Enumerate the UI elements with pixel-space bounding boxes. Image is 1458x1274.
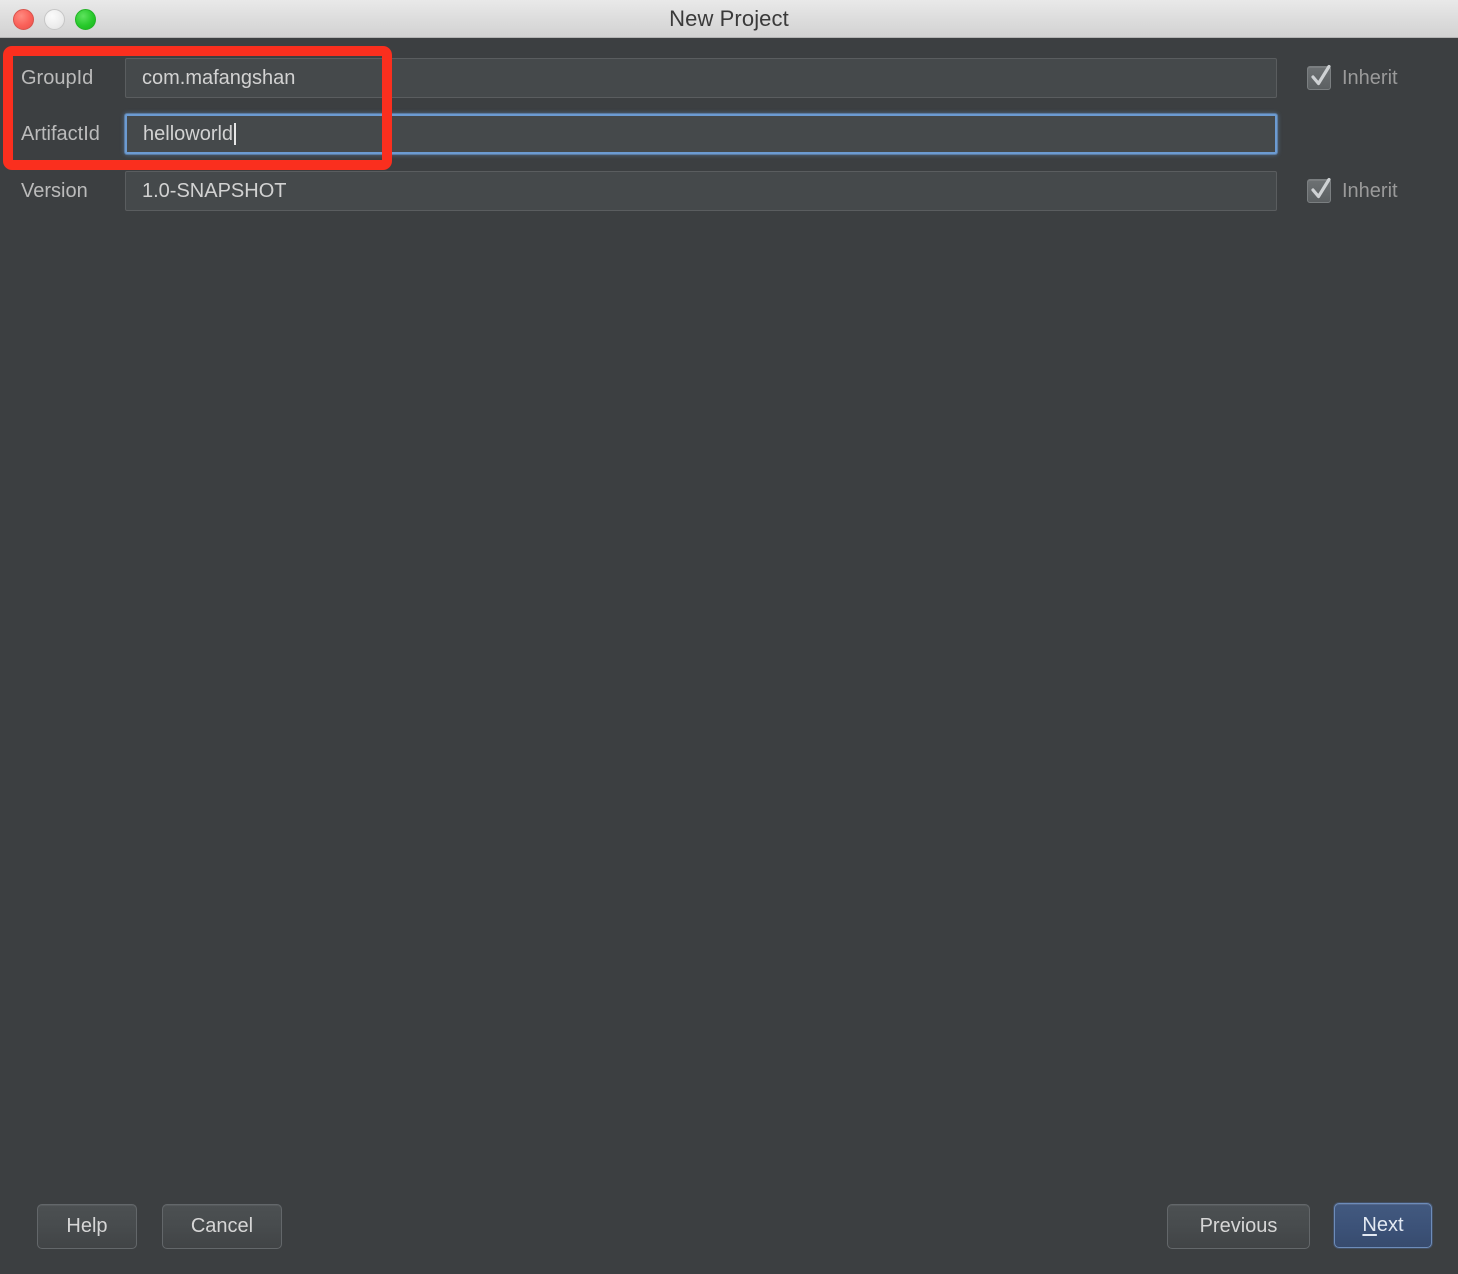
- groupid-label: GroupId: [21, 66, 94, 89]
- groupid-inherit-label: Inherit: [1342, 66, 1398, 89]
- previous-button[interactable]: Previous: [1167, 1204, 1310, 1249]
- artifactid-input[interactable]: helloworld: [125, 114, 1277, 154]
- artifactid-label: ArtifactId: [21, 122, 100, 145]
- dialog-footer: Help Cancel Previous Next: [0, 1174, 1458, 1274]
- groupid-input[interactable]: com.mafangshan: [125, 58, 1277, 98]
- version-label: Version: [21, 179, 88, 202]
- checkbox-checked-icon[interactable]: [1307, 177, 1331, 203]
- next-button-mnemonic: N: [1362, 1214, 1377, 1236]
- window-title: New Project: [669, 6, 789, 31]
- groupid-inherit-checkbox-group[interactable]: Inherit: [1307, 64, 1398, 90]
- help-button[interactable]: Help: [37, 1204, 137, 1249]
- form-row-groupid: GroupId com.mafangshan Inherit: [0, 58, 1458, 98]
- form-row-artifactid: ArtifactId helloworld: [0, 114, 1458, 154]
- version-value: 1.0-SNAPSHOT: [142, 179, 287, 202]
- new-project-dialog: New Project GroupId com.mafangshan Inher…: [0, 0, 1458, 1274]
- form-row-version: Version 1.0-SNAPSHOT Inherit: [0, 171, 1458, 211]
- version-inherit-label: Inherit: [1342, 179, 1398, 202]
- dialog-content: GroupId com.mafangshan Inherit ArtifactI…: [0, 38, 1458, 1274]
- next-button[interactable]: Next: [1334, 1203, 1432, 1248]
- checkbox-checked-icon[interactable]: [1307, 64, 1331, 90]
- groupid-value: com.mafangshan: [142, 66, 296, 89]
- version-input[interactable]: 1.0-SNAPSHOT: [125, 171, 1277, 211]
- text-cursor: [234, 123, 237, 145]
- window-titlebar: New Project: [0, 0, 1458, 38]
- cancel-button[interactable]: Cancel: [162, 1204, 282, 1249]
- version-inherit-checkbox-group[interactable]: Inherit: [1307, 177, 1398, 203]
- next-button-label-rest: ext: [1376, 1214, 1404, 1236]
- artifactid-value: helloworld: [143, 122, 234, 145]
